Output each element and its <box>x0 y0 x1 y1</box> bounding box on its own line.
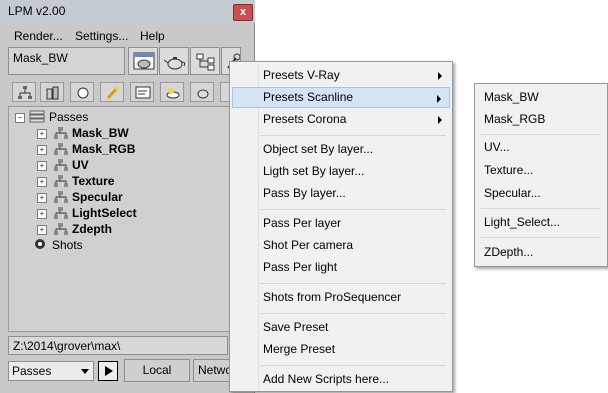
expand-icon[interactable]: + <box>37 145 47 155</box>
menu-separator <box>481 208 601 209</box>
scanline-submenu: Mask_BW Mask_RGB UV... Texture... Specul… <box>474 83 608 267</box>
expand-icon[interactable]: + <box>37 177 47 187</box>
submenu-item-specular[interactable]: Specular... <box>477 183 605 204</box>
menu-item-merge-preset[interactable]: Merge Preset <box>232 339 450 360</box>
menu-item-shots-from-prosequencer[interactable]: Shots from ProSequencer <box>232 287 450 308</box>
pass-icon <box>54 159 68 171</box>
local-button[interactable]: Local <box>124 359 190 382</box>
menu-item-label: Presets Corona <box>263 112 347 126</box>
lpm-window: LPM v2.00 x Render... Settings... Help M… <box>0 0 255 393</box>
submenu-arrow-icon <box>438 72 442 80</box>
teapot-small-button[interactable] <box>190 82 214 102</box>
teapot-small-icon <box>197 89 209 99</box>
light-icon <box>106 86 119 100</box>
passes-folder-icon <box>29 110 45 123</box>
submenu-item-light-select[interactable]: Light_Select... <box>477 212 605 233</box>
menu-bar: Render... Settings... Help <box>8 26 251 44</box>
menu-settings[interactable]: Settings... <box>75 29 128 43</box>
menu-item-presets-corona[interactable]: Presets Corona <box>232 109 450 130</box>
menu-item-label: Presets V-Ray <box>263 68 340 82</box>
close-button[interactable]: x <box>233 4 253 21</box>
menu-item-pass-by-layer[interactable]: Pass By layer... <box>232 183 450 204</box>
menu-item-label: Presets Scanline <box>263 90 354 104</box>
pass-icon <box>54 127 68 139</box>
pass-icon <box>54 143 68 155</box>
menu-item-add-new-scripts[interactable]: Add New Scripts here... <box>232 369 450 390</box>
submenu-item-mask-bw[interactable]: Mask_BW <box>477 87 605 108</box>
submenu-item-texture[interactable]: Texture... <box>477 160 605 181</box>
teapot-button[interactable] <box>159 47 189 75</box>
menu-help[interactable]: Help <box>140 29 165 43</box>
teapot-icon <box>164 57 186 70</box>
render-settings-icon <box>135 86 151 99</box>
menu-item-presets-vray[interactable]: Presets V-Ray <box>232 65 450 86</box>
title-bar[interactable]: LPM v2.00 x <box>0 0 255 23</box>
pass-label[interactable]: Mask_BW <box>72 126 129 142</box>
pass-icon <box>54 175 68 187</box>
tree-view-button[interactable] <box>12 82 36 102</box>
pass-label[interactable]: Specular <box>72 190 123 206</box>
menu-item-shot-per-camera[interactable]: Shot Per camera <box>232 235 450 256</box>
menu-separator <box>260 365 446 366</box>
sphere-icon <box>77 87 89 99</box>
pass-label[interactable]: UV <box>72 158 89 174</box>
menu-separator <box>260 209 446 210</box>
pass-label[interactable]: LightSelect <box>72 206 137 222</box>
hierarchy-button[interactable] <box>190 47 220 75</box>
pass-label[interactable]: Zdepth <box>72 222 112 238</box>
shots-icon <box>35 239 45 249</box>
tree-root-shots[interactable]: Shots <box>52 238 83 254</box>
expand-icon[interactable]: + <box>37 209 47 219</box>
tree-icon <box>18 86 32 99</box>
tree-root-passes[interactable]: Passes <box>49 110 88 126</box>
render-teapot-button[interactable] <box>128 47 158 75</box>
preset-name-field[interactable]: Mask_BW <box>8 47 125 75</box>
expand-icon[interactable]: + <box>37 161 47 171</box>
menu-separator <box>481 134 601 135</box>
pass-label[interactable]: Texture <box>72 174 114 190</box>
path-field[interactable]: Z:\2014\grover\max\ <box>8 336 228 355</box>
collapse-icon[interactable]: − <box>15 113 25 123</box>
mode-select[interactable]: Passes <box>8 361 94 381</box>
menu-separator <box>260 313 446 314</box>
submenu-item-uv[interactable]: UV... <box>477 137 605 158</box>
context-menu: Presets V-Ray Presets Scanline Presets C… <box>229 61 453 392</box>
menu-item-pass-per-light[interactable]: Pass Per light <box>232 257 450 278</box>
menu-render[interactable]: Render... <box>14 29 63 43</box>
menu-item-light-set-by-layer[interactable]: Ligth set By layer... <box>232 161 450 182</box>
expand-icon[interactable]: + <box>37 225 47 235</box>
menu-separator <box>481 237 601 238</box>
submenu-item-mask-rgb[interactable]: Mask_RGB <box>477 109 605 130</box>
hierarchy-icon <box>196 53 215 71</box>
expand-icon[interactable]: + <box>37 129 47 139</box>
menu-separator <box>260 135 446 136</box>
environment-button[interactable] <box>160 82 184 102</box>
cloud-icon <box>166 88 180 99</box>
render-settings-button[interactable] <box>130 82 154 102</box>
light-button[interactable] <box>100 82 124 102</box>
objects-icon <box>46 86 59 100</box>
expand-icon[interactable]: + <box>37 193 47 203</box>
menu-item-pass-per-layer[interactable]: Pass Per layer <box>232 213 450 234</box>
pass-icon <box>54 191 68 203</box>
menu-separator <box>260 283 446 284</box>
chevron-down-icon <box>81 369 89 374</box>
play-button[interactable] <box>98 361 118 381</box>
submenu-arrow-icon <box>438 116 442 124</box>
objects-button[interactable] <box>40 82 64 102</box>
menu-item-save-preset[interactable]: Save Preset <box>232 317 450 338</box>
pass-icon <box>54 223 68 235</box>
pass-tree[interactable]: − Passes + Mask_BW + Mask_RGB + UV + Tex… <box>8 106 230 332</box>
render-window-icon <box>133 52 155 70</box>
sphere-button[interactable] <box>70 82 94 102</box>
submenu-item-zdepth[interactable]: ZDepth... <box>477 242 605 263</box>
window-title: LPM v2.00 <box>8 4 66 18</box>
menu-item-presets-scanline[interactable]: Presets Scanline <box>232 87 450 108</box>
menu-item-object-set-by-layer[interactable]: Object set By layer... <box>232 139 450 160</box>
submenu-arrow-icon <box>437 95 441 103</box>
mode-select-value: Passes <box>12 364 52 378</box>
pass-icon <box>54 207 68 219</box>
play-icon <box>105 366 113 376</box>
pass-label[interactable]: Mask_RGB <box>72 142 135 158</box>
